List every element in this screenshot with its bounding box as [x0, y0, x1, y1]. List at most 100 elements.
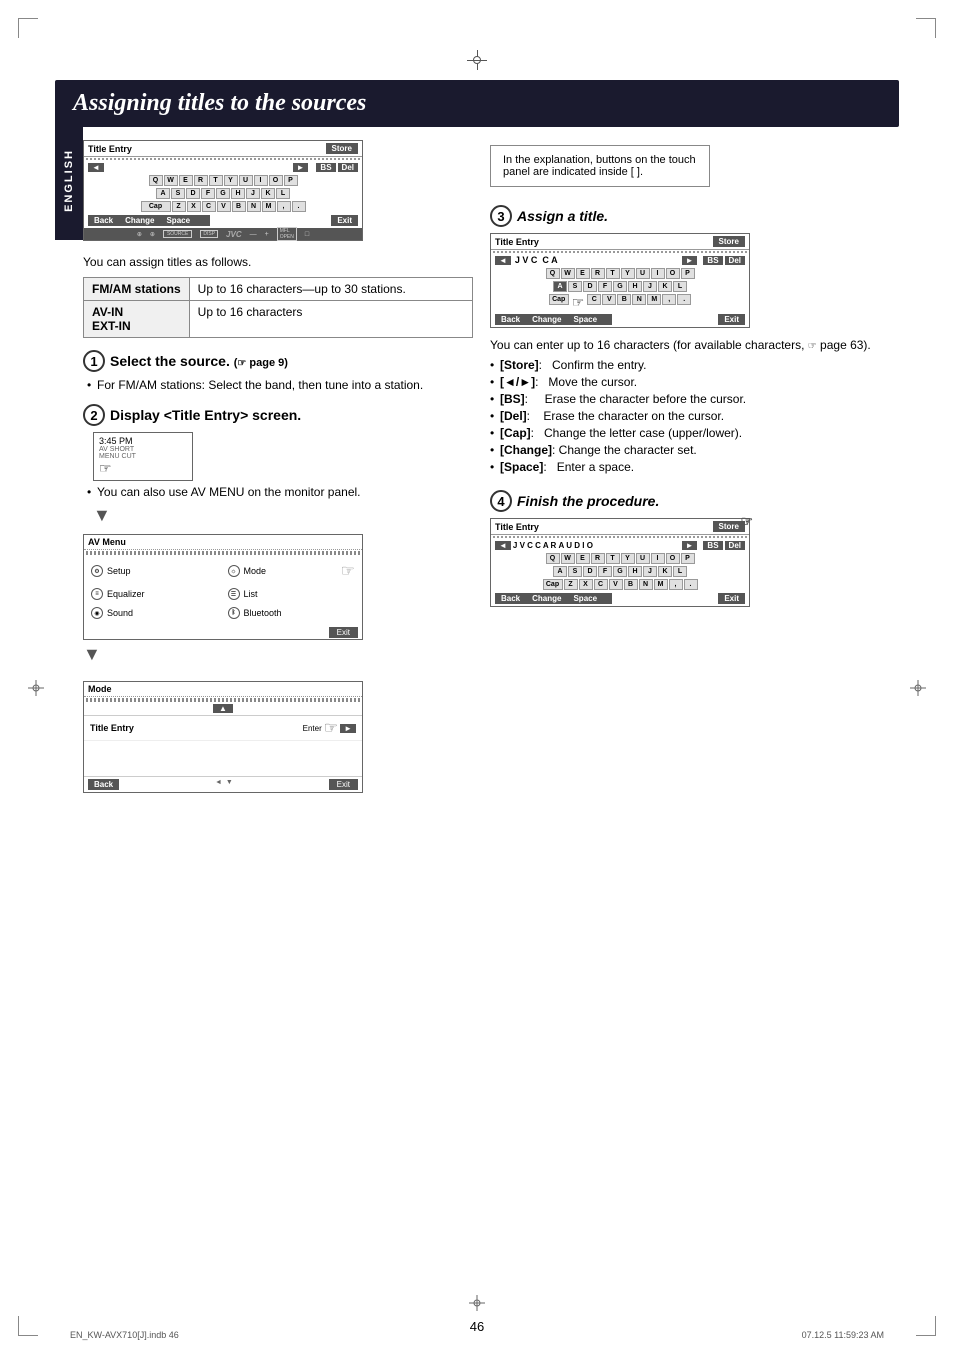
key3-h[interactable]: H	[628, 566, 642, 577]
key2-y[interactable]: Y	[621, 268, 635, 279]
av-menu-equalizer[interactable]: ≡ Equalizer	[88, 586, 222, 602]
key3-cap[interactable]: Cap	[543, 579, 563, 590]
key-m[interactable]: M	[262, 201, 276, 212]
key-j[interactable]: J	[246, 188, 260, 199]
key-x[interactable]: X	[187, 201, 201, 212]
key3-n[interactable]: N	[639, 579, 653, 590]
store-btn-3[interactable]: Store ☞	[713, 521, 745, 532]
space-button-1[interactable]: Space	[160, 215, 210, 226]
key3-w[interactable]: W	[561, 553, 575, 564]
av-menu-setup[interactable]: ⚙ Setup	[88, 559, 222, 583]
key3-g[interactable]: G	[613, 566, 627, 577]
mode-up-btn[interactable]: ▲	[213, 704, 233, 713]
key3-r[interactable]: R	[591, 553, 605, 564]
left-arrow-3[interactable]: ◄	[495, 541, 511, 550]
mode-arrow-right-btn[interactable]: ►	[340, 724, 356, 733]
key2-k[interactable]: K	[658, 281, 672, 292]
back-button-1[interactable]: Back	[88, 215, 119, 226]
key3-m[interactable]: M	[654, 579, 668, 590]
key-y[interactable]: Y	[224, 175, 238, 186]
key-t[interactable]: T	[209, 175, 223, 186]
key2-q[interactable]: Q	[546, 268, 560, 279]
key3-comma3[interactable]: ,	[669, 579, 683, 590]
key2-t[interactable]: T	[606, 268, 620, 279]
key2-d[interactable]: D	[583, 281, 597, 292]
key-n[interactable]: N	[247, 201, 261, 212]
key-a[interactable]: A	[156, 188, 170, 199]
key2-cap[interactable]: Cap	[549, 294, 569, 305]
back-btn-3[interactable]: Back	[495, 593, 526, 604]
right-arrow-btn[interactable]: ►	[293, 163, 309, 172]
key3-d[interactable]: D	[583, 566, 597, 577]
key2-b[interactable]: B	[617, 294, 631, 305]
exit-button-1[interactable]: Exit	[331, 215, 358, 226]
key2-h[interactable]: H	[628, 281, 642, 292]
key-comma[interactable]: ,	[277, 201, 291, 212]
bs-btn-2[interactable]: BS	[703, 256, 722, 265]
key-k[interactable]: K	[261, 188, 275, 199]
key-e[interactable]: E	[179, 175, 193, 186]
bs-button[interactable]: BS	[316, 163, 335, 172]
key2-l[interactable]: L	[673, 281, 687, 292]
key2-u[interactable]: U	[636, 268, 650, 279]
key2-f[interactable]: F	[598, 281, 612, 292]
key3-i[interactable]: I	[651, 553, 665, 564]
key-l[interactable]: L	[276, 188, 290, 199]
key2-o[interactable]: O	[666, 268, 680, 279]
key-cap[interactable]: Cap	[141, 201, 171, 212]
key-h[interactable]: H	[231, 188, 245, 199]
store-btn-2[interactable]: Store	[713, 236, 745, 247]
key3-x[interactable]: X	[579, 579, 593, 590]
space-btn-3[interactable]: Space	[567, 593, 612, 604]
key-o[interactable]: O	[269, 175, 283, 186]
key-period[interactable]: .	[292, 201, 306, 212]
key2-j[interactable]: J	[643, 281, 657, 292]
key2-c[interactable]: C	[587, 294, 601, 305]
change-btn-3[interactable]: Change	[526, 593, 567, 604]
key3-a[interactable]: A	[553, 566, 567, 577]
key-w[interactable]: W	[164, 175, 178, 186]
key-u[interactable]: U	[239, 175, 253, 186]
key2-period2[interactable]: .	[677, 294, 691, 305]
key2-e[interactable]: E	[576, 268, 590, 279]
key2-g[interactable]: G	[613, 281, 627, 292]
right-arrow-3[interactable]: ►	[682, 541, 698, 550]
key3-t[interactable]: T	[606, 553, 620, 564]
back-btn-2[interactable]: Back	[495, 314, 526, 325]
av-menu-mode[interactable]: ☼ Mode ☞	[225, 559, 359, 583]
space-btn-2[interactable]: Space	[567, 314, 612, 325]
del-button[interactable]: Del	[338, 163, 358, 172]
av-menu-list[interactable]: ☰ List	[225, 586, 359, 602]
store-button[interactable]: Store	[326, 143, 358, 154]
key2-a[interactable]: A	[553, 281, 567, 292]
key2-r[interactable]: R	[591, 268, 605, 279]
key3-f[interactable]: F	[598, 566, 612, 577]
key3-q[interactable]: Q	[546, 553, 560, 564]
left-arrow-2[interactable]: ◄	[495, 256, 511, 265]
key2-i[interactable]: I	[651, 268, 665, 279]
key3-o[interactable]: O	[666, 553, 680, 564]
key2-comma2[interactable]: ,	[662, 294, 676, 305]
key-i[interactable]: I	[254, 175, 268, 186]
key2-m[interactable]: M	[647, 294, 661, 305]
key3-u[interactable]: U	[636, 553, 650, 564]
key2-s[interactable]: S	[568, 281, 582, 292]
key3-c[interactable]: C	[594, 579, 608, 590]
left-arrow-btn[interactable]: ◄	[88, 163, 104, 172]
key3-y[interactable]: Y	[621, 553, 635, 564]
key2-w[interactable]: W	[561, 268, 575, 279]
key3-s[interactable]: S	[568, 566, 582, 577]
key3-j[interactable]: J	[643, 566, 657, 577]
key2-v[interactable]: V	[602, 294, 616, 305]
key3-p[interactable]: P	[681, 553, 695, 564]
key-r[interactable]: R	[194, 175, 208, 186]
av-menu-sound[interactable]: ◉ Sound	[88, 605, 222, 621]
key-f[interactable]: F	[201, 188, 215, 199]
key2-p[interactable]: P	[681, 268, 695, 279]
key-c[interactable]: C	[202, 201, 216, 212]
key3-v[interactable]: V	[609, 579, 623, 590]
change-btn-2[interactable]: Change	[526, 314, 567, 325]
av-menu-bluetooth[interactable]: ᛒ Bluetooth	[225, 605, 359, 621]
exit-btn-2[interactable]: Exit	[718, 314, 745, 325]
key-v[interactable]: V	[217, 201, 231, 212]
